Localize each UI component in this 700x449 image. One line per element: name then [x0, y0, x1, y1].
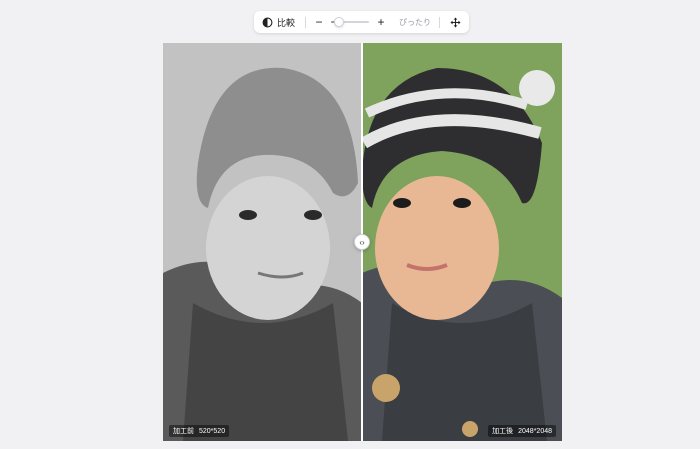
after-size: 2048*2048	[518, 427, 552, 435]
comparison-toolbar: 比較 − + ぴったり	[254, 11, 469, 33]
before-caption: 加工前 520*520	[169, 425, 230, 437]
toolbar-divider	[439, 16, 441, 28]
compare-button[interactable]: 比較	[257, 13, 300, 31]
toolbar-divider	[305, 16, 307, 28]
image-comparison-viewer[interactable]: 加工前 520*520 加工後 2048*2048 ‹›	[163, 43, 562, 441]
after-label: 加工後	[492, 428, 514, 435]
minus-icon[interactable]: −	[311, 14, 327, 30]
plus-icon[interactable]: +	[373, 14, 389, 30]
before-label: 加工前	[173, 428, 194, 435]
before-size: 520*520	[199, 427, 226, 435]
after-image: 加工後 2048*2048	[362, 43, 562, 441]
left-right-arrows-icon[interactable]: ‹›	[354, 234, 370, 250]
move-arrows-icon[interactable]	[447, 14, 463, 30]
fit-button[interactable]: ぴったり	[399, 17, 431, 28]
compare-label: 比較	[277, 17, 296, 28]
zoom-slider[interactable]	[331, 16, 370, 28]
zoom-slider-thumb[interactable]	[333, 17, 344, 27]
half-circle-icon	[262, 17, 273, 27]
before-image: 加工前 520*520	[163, 43, 362, 441]
after-caption: 加工後 2048*2048	[488, 425, 556, 437]
